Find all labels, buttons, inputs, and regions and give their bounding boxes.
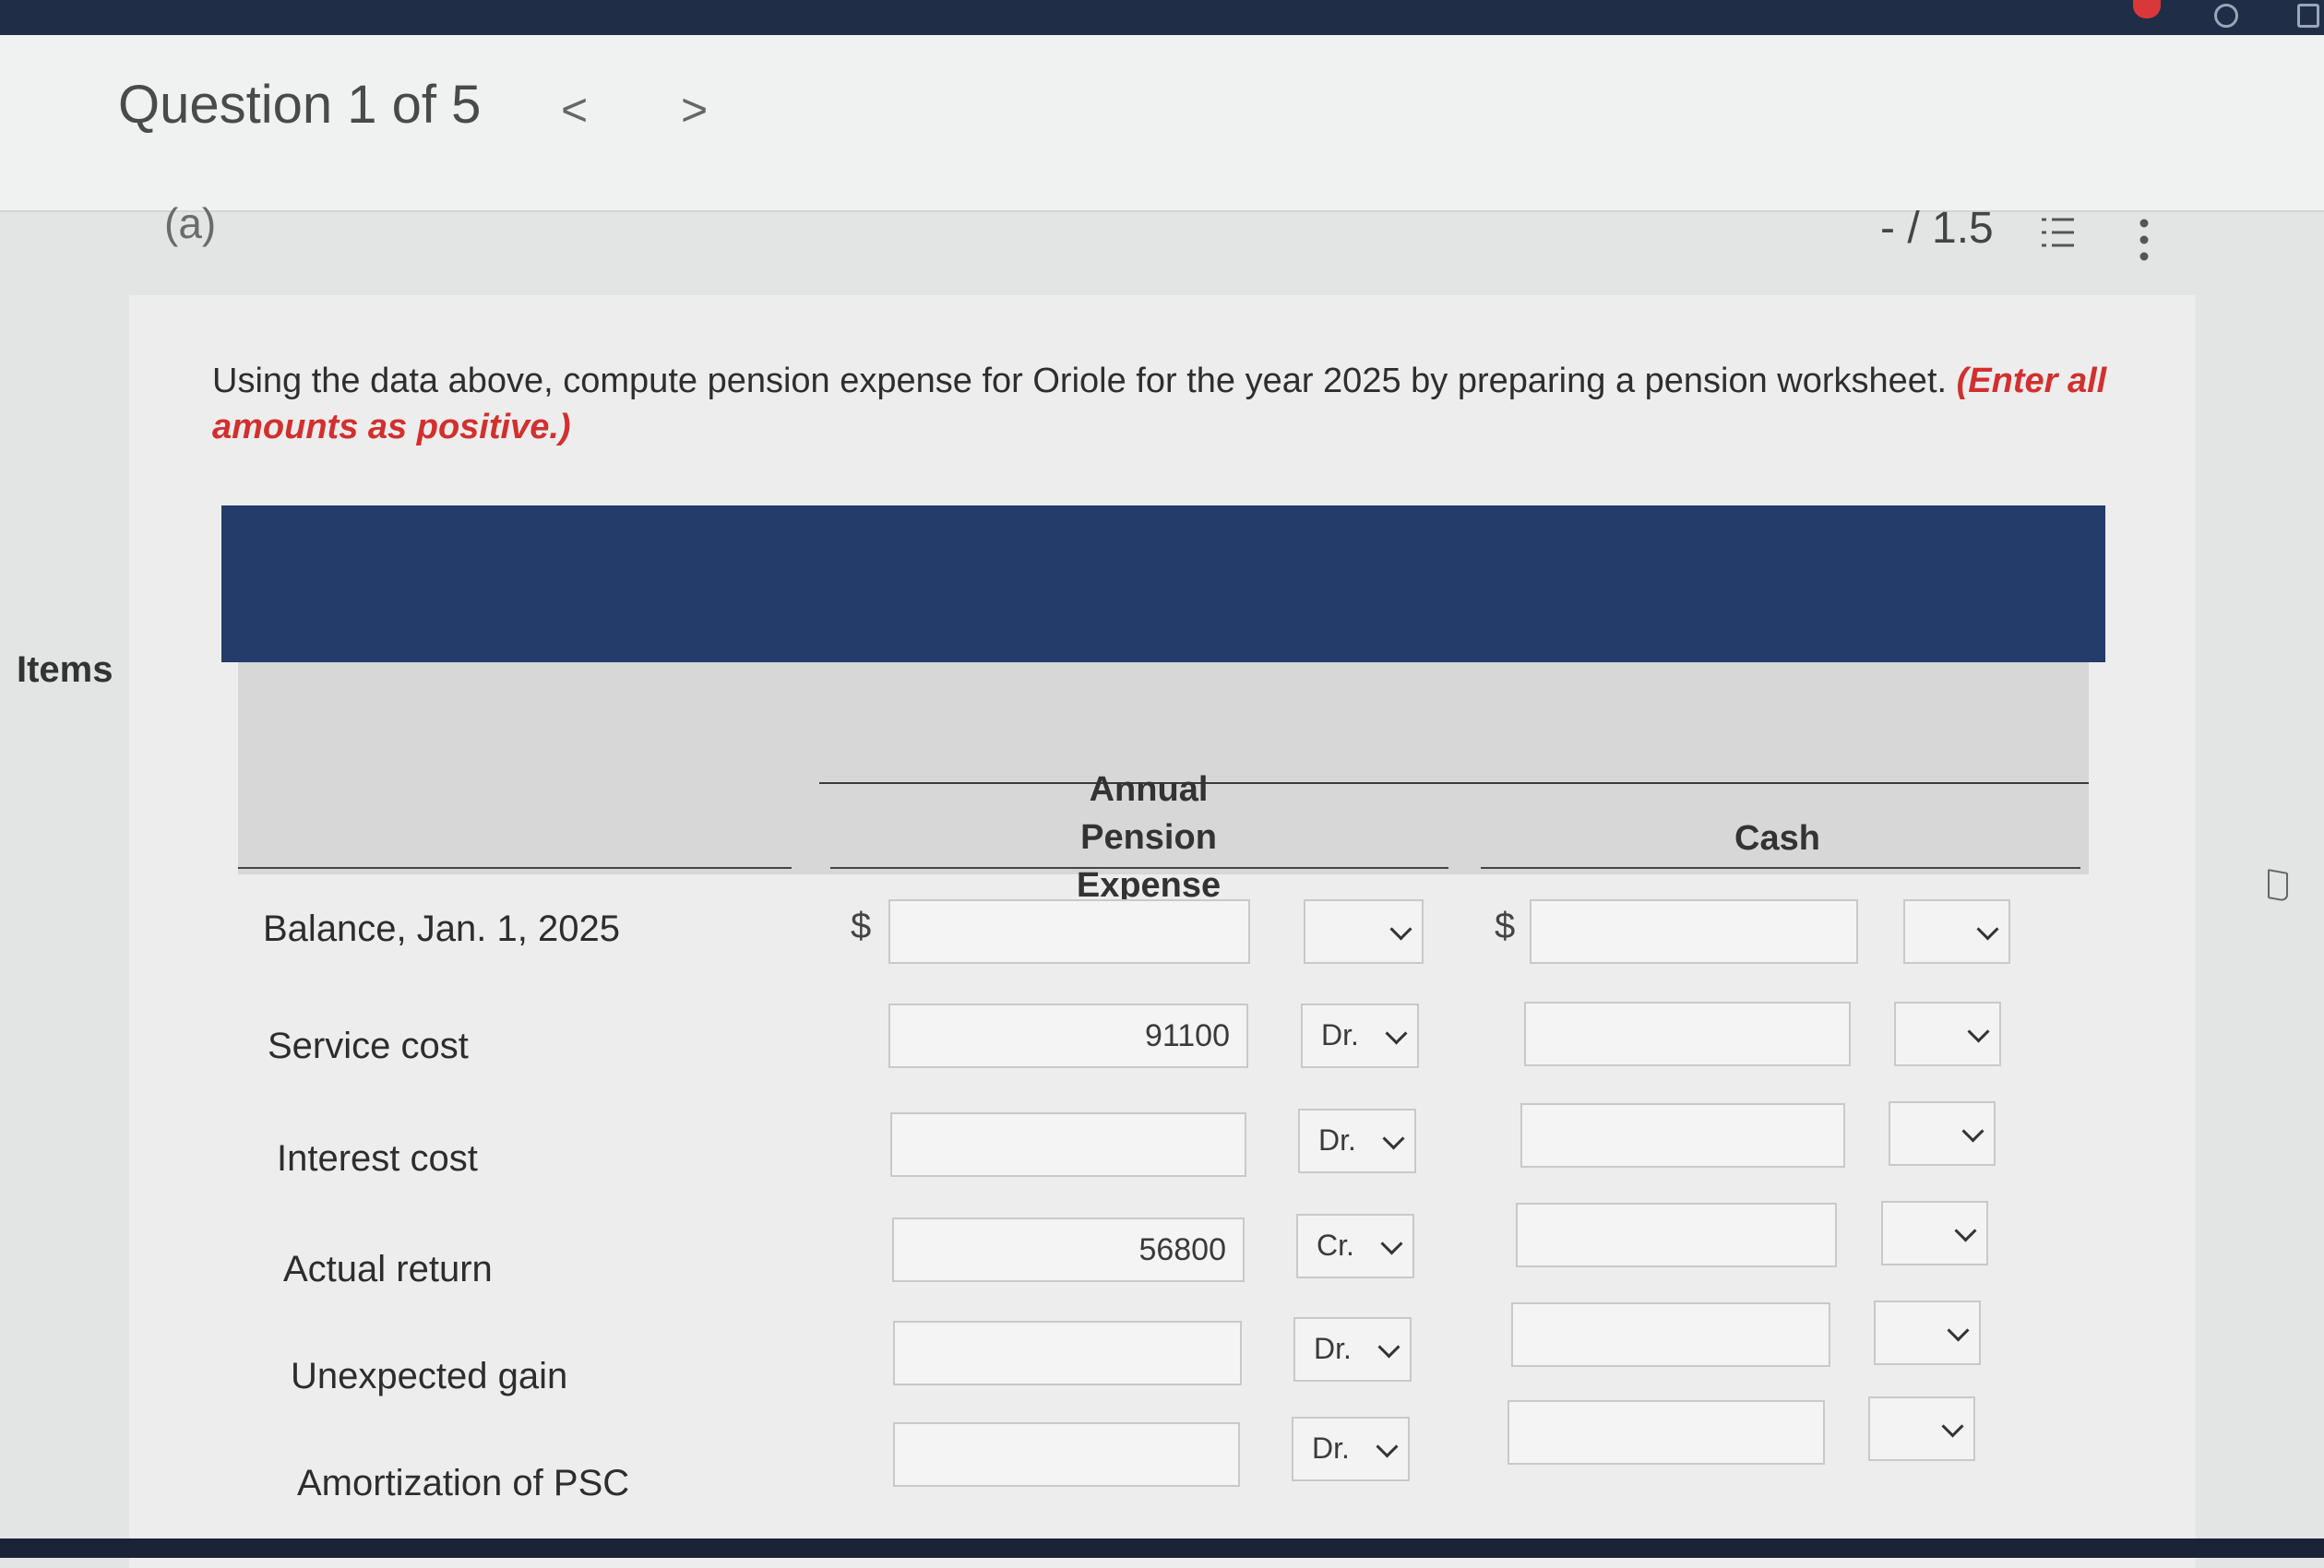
ape-drcr-value: Dr.	[1318, 1123, 1356, 1157]
cash-drcr-select[interactable]	[1874, 1301, 1981, 1365]
cash-amount-input[interactable]	[1516, 1203, 1837, 1267]
prompt-text: Using the data above, compute pension ex…	[212, 362, 1957, 400]
header-underline	[238, 867, 792, 869]
ape-drcr-select[interactable]: Dr.	[1301, 1004, 1419, 1068]
row-label-unexpected-gain: Unexpected gain	[291, 1356, 568, 1396]
points-score: - / 1.5	[1880, 204, 1994, 253]
cash-amount-input[interactable]	[1524, 1002, 1851, 1066]
next-question-button[interactable]: >	[681, 83, 708, 137]
ape-drcr-select[interactable]	[1304, 899, 1424, 964]
ape-drcr-select[interactable]: Dr.	[1298, 1109, 1416, 1173]
ape-amount-input[interactable]	[893, 1422, 1240, 1487]
row-label-actual-return: Actual return	[283, 1249, 493, 1289]
row-label-amortization-of-psc: Amortization of PSC	[297, 1463, 630, 1503]
ape-drcr-value: Dr.	[1314, 1332, 1352, 1365]
column-header-items: Items	[17, 649, 113, 690]
sidebar-icon[interactable]	[2297, 4, 2319, 28]
ape-drcr-select[interactable]: Dr.	[1293, 1317, 1412, 1382]
cash-amount-input[interactable]	[1511, 1302, 1830, 1367]
cash-drcr-select[interactable]	[1889, 1101, 1996, 1166]
ape-amount-input[interactable]	[893, 1321, 1242, 1385]
ape-amount-input[interactable]	[888, 1004, 1248, 1068]
extension-icon[interactable]	[2214, 4, 2238, 28]
mouse-cursor-icon	[2268, 869, 2288, 902]
header-underline	[1481, 867, 2080, 869]
more-vertical-icon[interactable]	[2139, 218, 2150, 262]
taskbar	[0, 1538, 2324, 1558]
currency-symbol: $	[851, 906, 872, 946]
chevron-down-icon	[1954, 1219, 1977, 1242]
chevron-down-icon	[1382, 1127, 1405, 1150]
system-top-bar	[0, 0, 2324, 35]
column-header-cash: Cash	[1734, 819, 1820, 858]
chevron-down-icon	[1376, 1435, 1399, 1458]
recording-indicator-icon	[2133, 0, 2161, 18]
chevron-down-icon	[1385, 1022, 1408, 1045]
cash-drcr-select[interactable]	[1881, 1201, 1988, 1265]
ape-drcr-select[interactable]: Dr.	[1292, 1417, 1410, 1481]
header-rule	[819, 782, 2089, 784]
currency-symbol: $	[1495, 906, 1516, 946]
column-header-annual-pension-expense: Annual Pension Expense	[1076, 770, 1222, 905]
cash-drcr-select[interactable]	[1894, 1002, 2001, 1066]
chevron-down-icon	[1961, 1120, 1984, 1143]
cash-amount-input[interactable]	[1508, 1400, 1825, 1465]
row-label-interest-cost: Interest cost	[277, 1138, 478, 1179]
cash-amount-input[interactable]	[1530, 899, 1858, 964]
ape-drcr-value: Cr.	[1317, 1229, 1354, 1262]
ape-drcr-value: Dr.	[1321, 1018, 1359, 1051]
ape-drcr-value: Dr.	[1312, 1431, 1350, 1465]
part-label: (a)	[164, 199, 217, 247]
row-label-balance: Balance, Jan. 1, 2025	[263, 909, 620, 949]
previous-question-button[interactable]: <	[561, 83, 588, 137]
chevron-down-icon	[1976, 918, 1999, 941]
header-underline	[830, 867, 1448, 869]
cash-drcr-select[interactable]	[1903, 899, 2010, 964]
chevron-down-icon	[1941, 1415, 1964, 1438]
chevron-down-icon	[1380, 1232, 1403, 1255]
row-label-service-cost: Service cost	[268, 1026, 469, 1066]
worksheet-banner	[221, 505, 2105, 662]
cash-amount-input[interactable]	[1520, 1103, 1845, 1168]
ape-drcr-select[interactable]: Cr.	[1296, 1214, 1414, 1278]
chevron-down-icon	[1389, 918, 1412, 941]
ape-amount-input[interactable]	[888, 899, 1250, 964]
chevron-down-icon	[1967, 1020, 1990, 1043]
numbered-list-icon[interactable]	[2039, 214, 2076, 251]
ape-amount-input[interactable]	[892, 1218, 1245, 1282]
chevron-down-icon	[1377, 1336, 1400, 1359]
cash-drcr-select[interactable]	[1868, 1396, 1975, 1461]
chevron-down-icon	[1947, 1319, 1970, 1342]
ape-amount-input[interactable]	[890, 1112, 1246, 1177]
question-title: Question 1 of 5	[118, 75, 482, 135]
question-prompt: Using the data above, compute pension ex…	[212, 358, 2159, 450]
